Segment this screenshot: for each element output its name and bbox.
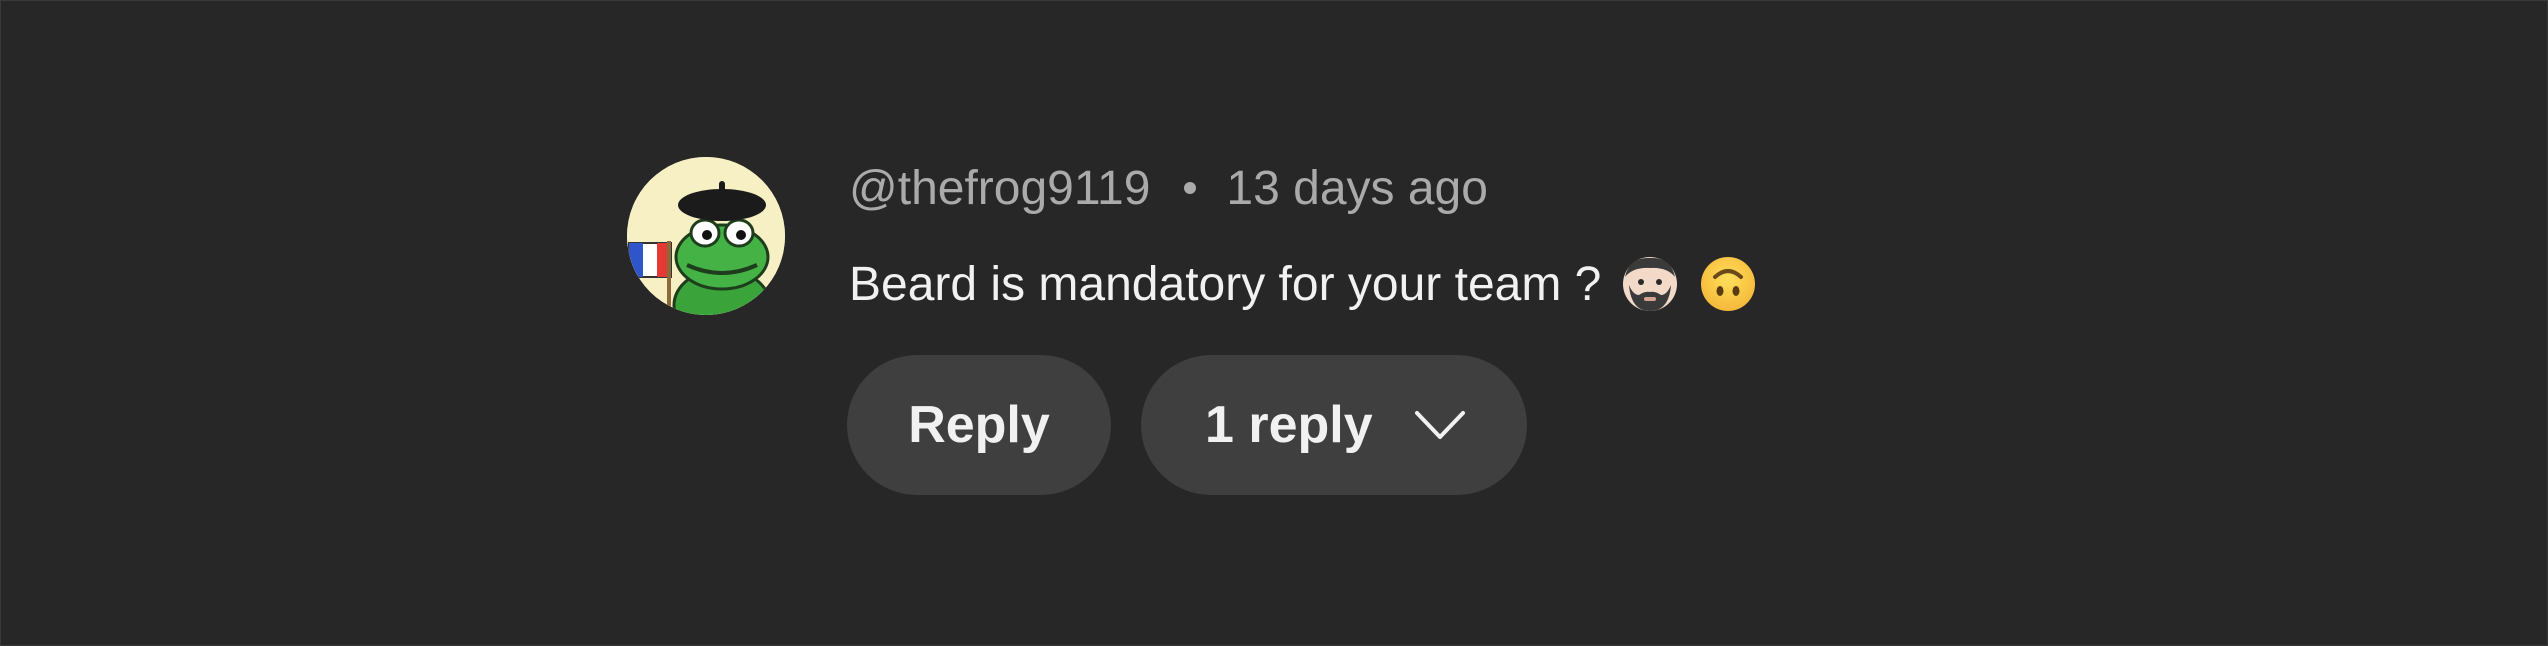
separator-dot: [1184, 182, 1197, 194]
avatar[interactable]: [627, 157, 785, 315]
reply-button-label: Reply: [908, 396, 1050, 454]
comment-header: @thefrog9119 13 days ago: [849, 155, 1488, 221]
man-beard-emoji: [1621, 255, 1679, 313]
reply-button[interactable]: Reply: [847, 355, 1111, 495]
comment-panel: @thefrog9119 13 days ago Beard is mandat…: [0, 0, 2548, 646]
chevron-down-icon: [1413, 399, 1467, 451]
comment-body: Beard is mandatory for your team ?: [849, 257, 1602, 311]
comment-timestamp[interactable]: 13 days ago: [1226, 161, 1488, 216]
replies-count-label: 1 reply: [1205, 396, 1373, 454]
view-replies-button[interactable]: 1 reply: [1141, 355, 1527, 495]
upside-down-face-emoji: [1699, 255, 1757, 313]
comment-text: Beard is mandatory for your team ?: [849, 247, 1757, 321]
frog-avatar-icon: [627, 157, 785, 315]
author-handle[interactable]: @thefrog9119: [849, 161, 1150, 216]
